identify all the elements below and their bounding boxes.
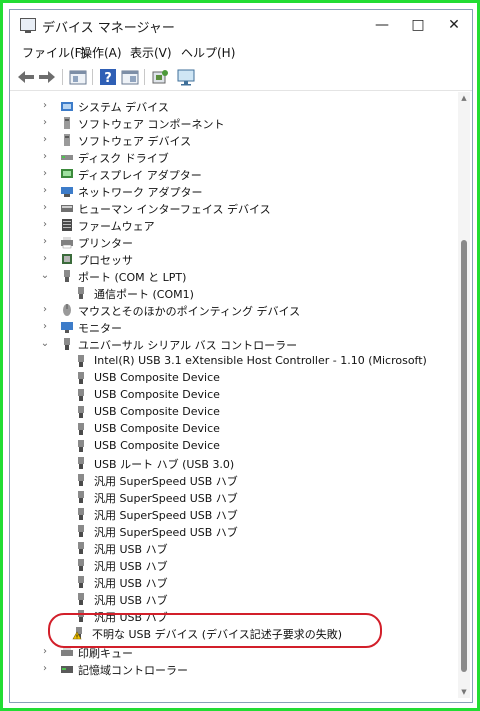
toolbar-separator xyxy=(144,69,145,85)
menu-file[interactable]: ファイル(F) xyxy=(22,44,86,61)
menu-action[interactable]: 操作(A) xyxy=(80,44,122,61)
storage-controller-icon xyxy=(61,666,73,673)
port-icon xyxy=(78,287,84,299)
chevron-down-icon[interactable]: ⌄ xyxy=(40,338,50,349)
usb-icon xyxy=(78,457,84,469)
toolbar: ? xyxy=(10,64,472,91)
disk-drive-icon xyxy=(61,155,73,160)
port-icon xyxy=(64,270,70,282)
menu-bar: ファイル(F) 操作(A) 表示(V) ヘルプ(H) xyxy=(10,40,472,62)
chevron-right-icon[interactable]: › xyxy=(40,646,50,657)
mouse-icon xyxy=(63,304,71,316)
screenshot-frame: デバイス マネージャー — □ ✕ ファイル(F) 操作(A) 表示(V) ヘル… xyxy=(0,0,480,711)
red-highlight-ellipse xyxy=(48,613,382,648)
usb-icon xyxy=(64,338,70,350)
usb-icon xyxy=(78,593,84,605)
menu-view[interactable]: 表示(V) xyxy=(130,44,172,61)
usb-icon xyxy=(78,508,84,520)
usb-icon xyxy=(78,440,84,452)
chevron-right-icon[interactable]: › xyxy=(40,321,50,332)
usb-icon xyxy=(78,491,84,503)
forward-icon[interactable] xyxy=(37,67,57,87)
usb-icon xyxy=(78,576,84,588)
processor-icon xyxy=(62,254,72,264)
chevron-right-icon[interactable]: › xyxy=(40,168,50,179)
system-device-icon xyxy=(61,102,73,111)
chevron-right-icon[interactable]: › xyxy=(40,663,50,674)
chevron-right-icon[interactable]: › xyxy=(40,253,50,264)
chevron-right-icon[interactable]: › xyxy=(40,185,50,196)
help-icon[interactable]: ? xyxy=(98,67,118,87)
chevron-right-icon[interactable]: › xyxy=(40,117,50,128)
network-adapter-icon xyxy=(61,187,73,197)
chevron-down-icon[interactable]: ⌄ xyxy=(40,270,50,281)
vertical-scrollbar[interactable]: ▲ ▼ xyxy=(458,92,470,698)
usb-icon xyxy=(78,474,84,486)
usb-icon xyxy=(78,423,84,435)
device-manager-window: デバイス マネージャー — □ ✕ ファイル(F) 操作(A) 表示(V) ヘル… xyxy=(9,9,473,703)
scan-hardware-icon[interactable] xyxy=(150,67,170,87)
chevron-right-icon[interactable]: › xyxy=(40,151,50,162)
firmware-icon xyxy=(62,219,72,231)
usb-icon xyxy=(78,559,84,571)
toolbar-separator xyxy=(62,69,63,85)
maximize-button[interactable]: □ xyxy=(400,10,436,40)
back-icon[interactable] xyxy=(16,67,36,87)
software-component-icon xyxy=(64,117,70,129)
properties-icon[interactable] xyxy=(68,67,88,87)
minimize-button[interactable]: — xyxy=(364,10,400,40)
close-button[interactable]: ✕ xyxy=(436,10,472,40)
device-manager-app-icon xyxy=(20,18,36,33)
chevron-right-icon[interactable]: › xyxy=(40,219,50,230)
chevron-right-icon[interactable]: › xyxy=(40,202,50,213)
software-device-icon xyxy=(64,134,70,146)
hid-icon xyxy=(61,205,73,212)
scroll-down-icon[interactable]: ▼ xyxy=(458,688,470,696)
usb-icon xyxy=(78,372,84,384)
usb-icon xyxy=(78,542,84,554)
scrollbar-thumb[interactable] xyxy=(461,240,467,672)
monitor-icon[interactable] xyxy=(176,67,196,87)
menu-help[interactable]: ヘルプ(H) xyxy=(181,44,235,61)
chevron-right-icon[interactable]: › xyxy=(40,304,50,315)
usb-icon xyxy=(78,525,84,537)
svg-text:?: ? xyxy=(104,71,112,86)
view-icon[interactable] xyxy=(120,67,140,87)
window-title: デバイス マネージャー xyxy=(42,21,175,36)
printer-icon xyxy=(61,237,73,249)
usb-icon xyxy=(78,389,84,401)
usb-icon xyxy=(78,406,84,418)
device-tree: › システム デバイス › ソフトウェア コンポーネント › ソフトウェア デバイス … xyxy=(40,100,427,677)
chevron-right-icon[interactable]: › xyxy=(40,100,50,111)
toolbar-separator xyxy=(92,69,93,85)
monitor-icon xyxy=(61,322,73,333)
chevron-right-icon[interactable]: › xyxy=(40,134,50,145)
display-adapter-icon xyxy=(61,169,73,178)
title-bar: デバイス マネージャー — □ ✕ xyxy=(10,10,472,40)
chevron-right-icon[interactable]: › xyxy=(40,236,50,247)
scroll-up-icon[interactable]: ▲ xyxy=(458,94,470,102)
usb-icon xyxy=(78,355,84,367)
